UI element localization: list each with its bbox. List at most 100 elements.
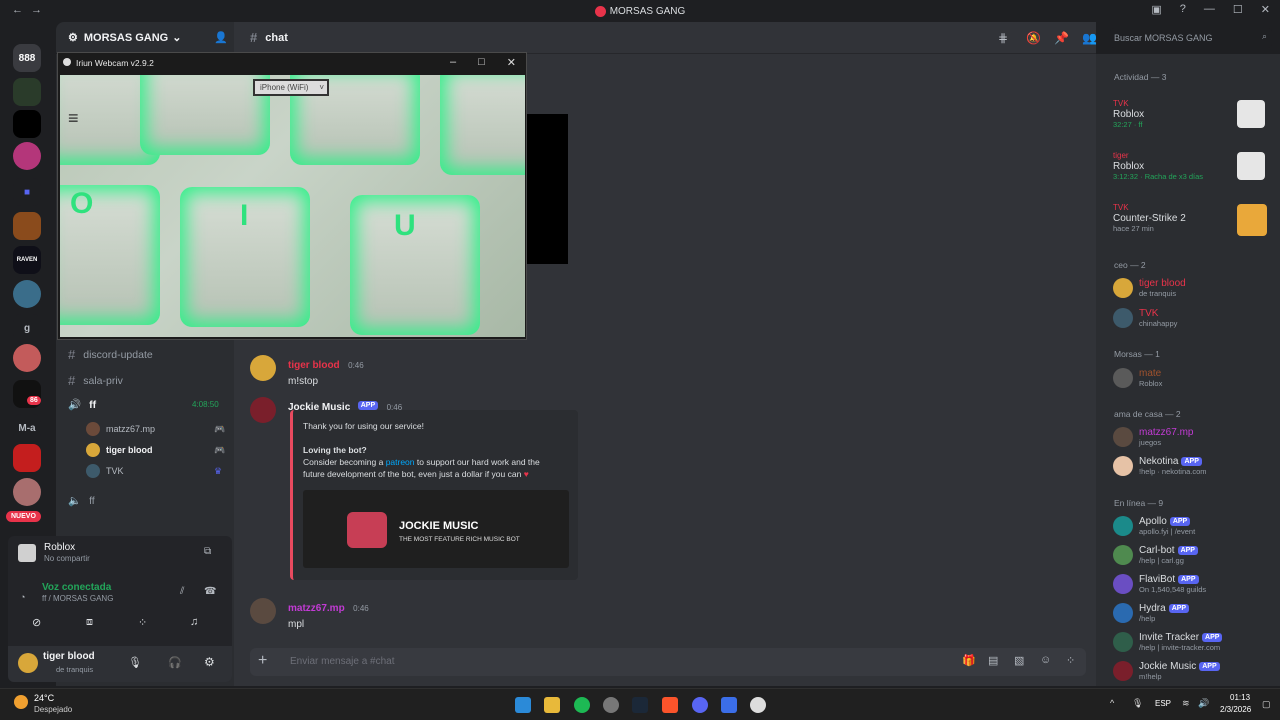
app-icon[interactable] (721, 697, 737, 713)
volume-icon[interactable]: 🔊 (1198, 698, 1209, 709)
user-name[interactable]: tiger blood (43, 651, 95, 662)
mute-icon[interactable]: 🔕 (1026, 31, 1041, 45)
member-item[interactable]: Invite Tracker APP/help | invite-tracker.… (1113, 632, 1223, 653)
brave-icon[interactable] (662, 697, 678, 713)
maximize-icon[interactable]: □ (478, 56, 485, 69)
member-item[interactable]: mate Roblox (1113, 368, 1162, 389)
member-item[interactable]: Jockie Music APP m!help (1113, 661, 1220, 682)
mic-tray-icon[interactable]: 🎙 (1132, 698, 1143, 709)
soundboard-icon[interactable]: ♫ (190, 616, 198, 628)
embed-banner[interactable]: JOCKIE MUSIC THE MOST FEATURE RICH MUSIC… (303, 490, 569, 568)
app-icon[interactable] (603, 697, 619, 713)
steam-icon[interactable] (632, 697, 648, 713)
wifi-icon[interactable]: ≋ (1182, 698, 1190, 709)
folder-icon[interactable]: ■ (13, 178, 41, 206)
settings-gear-icon[interactable]: ⚙ (204, 655, 215, 669)
member-list-icon[interactable]: 👥 (1082, 31, 1097, 45)
threads-icon[interactable]: ⋕ (998, 31, 1008, 45)
camera-off-icon[interactable]: ⊘ (32, 616, 41, 629)
clock-time[interactable]: 01:13 (1230, 693, 1250, 702)
help-icon[interactable]: ? (1180, 3, 1186, 16)
hamburger-menu-icon[interactable]: ≡ (68, 109, 79, 127)
tray-chevron-icon[interactable]: ^ (1110, 698, 1114, 708)
activity-item[interactable]: TVK Roblox 32:27 · ff (1113, 98, 1265, 130)
spotify-icon[interactable] (574, 697, 590, 713)
server-icon-8[interactable] (13, 280, 41, 308)
server-888[interactable]: 888 (13, 44, 41, 72)
emoji-icon[interactable]: ☺ (1040, 654, 1051, 666)
voice-channel-ff-2[interactable]: 🔈 ff (68, 494, 95, 508)
minimize-icon[interactable]: — (1204, 3, 1215, 16)
camera-device-select[interactable]: iPhone (WiFi) ˅ (253, 79, 329, 96)
server-morsas-gang[interactable] (13, 142, 41, 170)
server-icon-14[interactable] (13, 478, 41, 506)
server-icon-2[interactable] (13, 78, 41, 106)
server-icon-3[interactable] (13, 110, 41, 138)
user-avatar[interactable] (18, 653, 38, 673)
attach-plus-icon[interactable]: + (258, 652, 267, 670)
channel-sala-priv[interactable]: # sala-priv (68, 373, 123, 388)
member-item[interactable]: Hydra APP/help (1113, 603, 1190, 624)
pin-icon[interactable]: 📌 (1054, 31, 1069, 45)
nav-arrows[interactable]: ←→ (12, 4, 50, 16)
voice-user[interactable]: TVK ♛ (86, 464, 222, 478)
member-item[interactable]: Carl-bot APP/help | carl.gg (1113, 545, 1198, 566)
webcam-window[interactable]: Iriun Webcam v2.9.2 – □ ✕ O I U iPhone (… (57, 52, 527, 340)
member-item[interactable]: Nekotina APP !help · nekotina.com (1113, 456, 1207, 477)
gif-icon[interactable]: ▤ (988, 654, 998, 667)
member-item[interactable]: TVK chinahappy (1113, 308, 1177, 329)
server-raven[interactable]: RAVEN (13, 246, 41, 274)
message-composer[interactable]: + Enviar mensaje a #chat 🎁 ▤ ▧ ☺ ⁘ (250, 648, 1086, 676)
member-item[interactable]: tiger blood de tranquis (1113, 278, 1186, 299)
message[interactable]: tiger blood 0:46 m!stop (250, 355, 364, 387)
inbox-icon[interactable]: ▣ (1151, 3, 1161, 16)
voice-status[interactable]: Voz conectada (42, 582, 111, 593)
minimize-icon[interactable]: – (450, 56, 456, 69)
disconnect-icon[interactable]: ☎ (204, 586, 216, 597)
server-icon-10[interactable] (13, 344, 41, 372)
search-input[interactable]: Buscar MORSAS GANG ⌕ (1110, 28, 1272, 48)
close-icon[interactable]: ✕ (1261, 3, 1270, 16)
server-icon-11[interactable]: 86 (13, 380, 41, 408)
headphones-icon[interactable]: 🎧 (168, 656, 182, 669)
voice-user[interactable]: tiger blood 🎮 (86, 443, 225, 457)
stream-icon[interactable]: ⧉ (204, 546, 211, 557)
maximize-icon[interactable]: ☐ (1233, 3, 1243, 16)
member-item[interactable]: FlaviBot APP On 1,540,548 guilds (1113, 574, 1206, 595)
notification-icon[interactable]: ▢ (1262, 699, 1271, 710)
server-header[interactable]: ⚙ MORSAS GANG ⌄ 👤 (56, 22, 234, 54)
channel-discord-update[interactable]: # discord-update (68, 347, 153, 362)
apps-icon[interactable]: ⁘ (1066, 654, 1075, 667)
file-explorer-icon[interactable] (544, 697, 560, 713)
server-m-a[interactable]: M-a (13, 414, 41, 442)
voice-channel-ff[interactable]: 🔊 ff 4:08:50 (68, 398, 228, 412)
video-tile[interactable] (524, 114, 568, 264)
message-author[interactable]: tiger blood (288, 360, 340, 371)
gift-icon[interactable]: 🎁 (962, 654, 976, 667)
sticker-icon[interactable]: ▧ (1014, 654, 1024, 667)
message[interactable]: matzz67.mp 0:46 mpl (250, 598, 369, 630)
activity-item[interactable]: TVK Counter-Strike 2 hace 27 min (1113, 202, 1267, 236)
start-icon[interactable] (515, 697, 531, 713)
language-indicator[interactable]: ESP (1155, 699, 1171, 708)
discord-icon[interactable] (692, 697, 708, 713)
activity-item[interactable]: tiger Roblox 3:12:32 · Racha de x3 días (1113, 150, 1265, 182)
clock-date[interactable]: 2/3/2026 (1220, 705, 1251, 714)
webcam-titlebar[interactable]: Iriun Webcam v2.9.2 – □ ✕ (58, 53, 526, 73)
iriun-icon[interactable] (750, 697, 766, 713)
server-icon-6[interactable] (13, 212, 41, 240)
weather-temp[interactable]: 24°C (34, 693, 54, 703)
add-member-icon[interactable]: 👤 (214, 31, 228, 44)
patreon-link[interactable]: patreon (386, 457, 415, 467)
voice-user[interactable]: matzz67.mp 🎮 (86, 422, 225, 436)
activities-icon[interactable]: ⁘ (138, 616, 147, 629)
noise-suppression-icon[interactable]: ⫽ (180, 586, 184, 597)
member-item[interactable]: Apollo APP apollo.fyi | /event (1113, 516, 1195, 537)
message-author[interactable]: matzz67.mp (288, 603, 345, 614)
server-g[interactable]: g (13, 314, 41, 342)
member-item[interactable]: matzz67.mp juegos (1113, 427, 1193, 448)
server-icon-13[interactable] (13, 444, 41, 472)
microphone-icon[interactable]: 🎙 (128, 656, 142, 669)
close-icon[interactable]: ✕ (507, 56, 516, 69)
screen-share-icon[interactable]: ⧈ (86, 616, 93, 629)
